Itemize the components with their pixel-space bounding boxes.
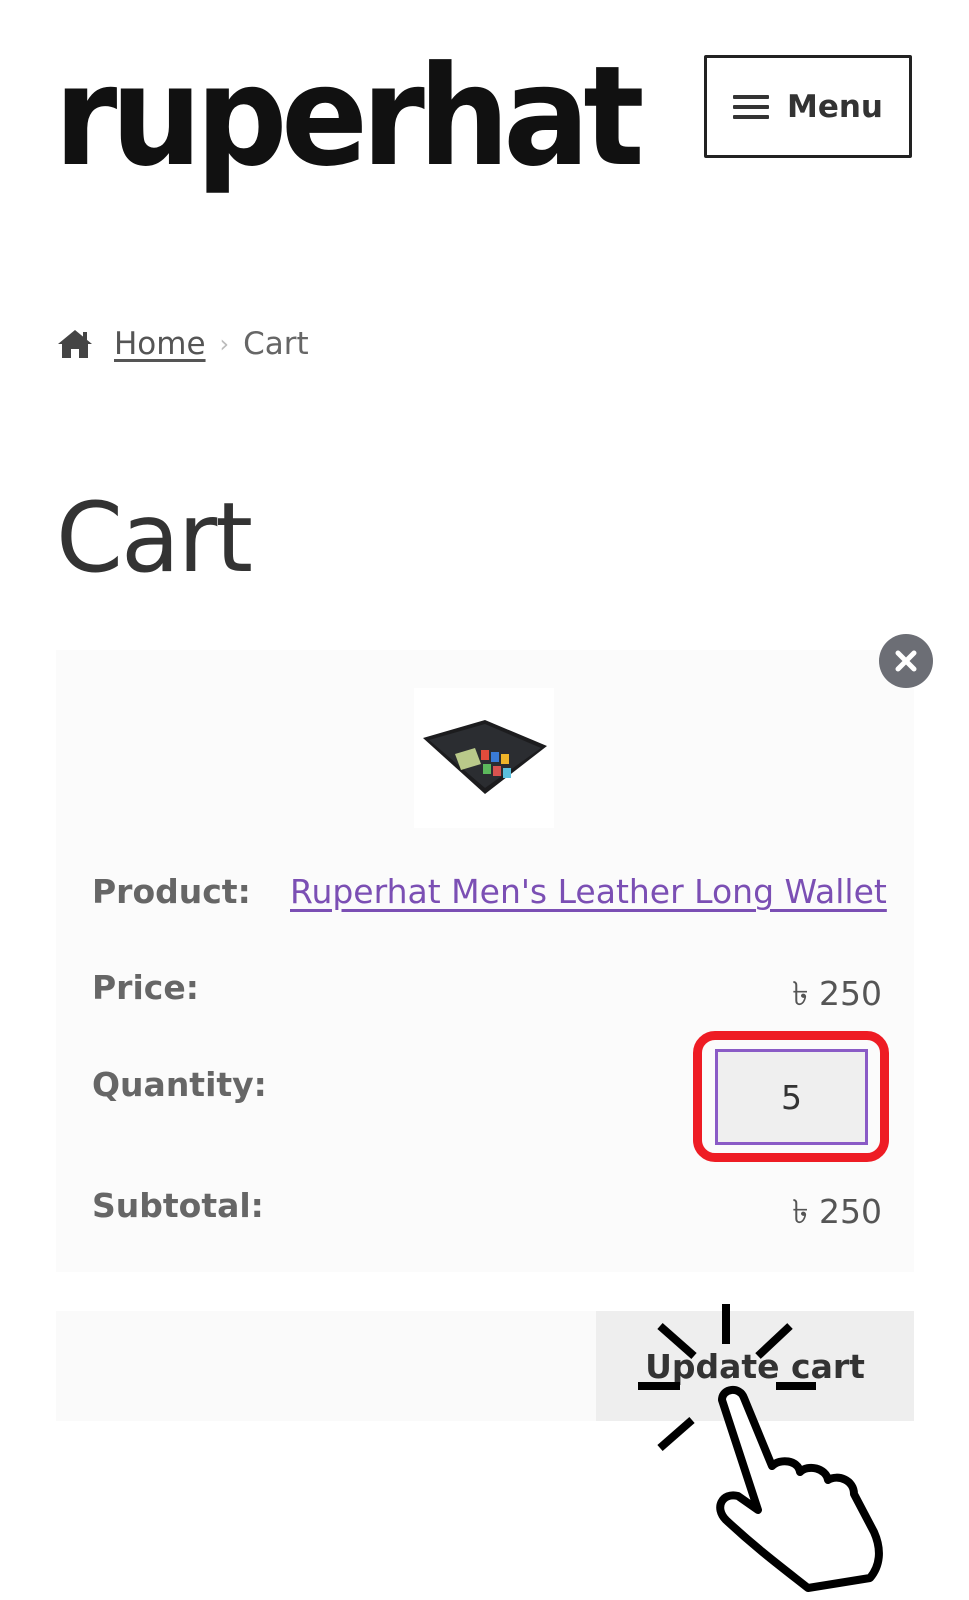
wallet-image [423,720,547,794]
menu-label: Menu [786,88,883,125]
site-logo[interactable]: ruperhat [54,48,645,186]
price-value: ৳ 250 [792,974,882,1013]
quantity-label: Quantity: [92,1065,267,1104]
chevron-right-icon: › [219,330,230,358]
home-icon [58,330,92,358]
price-label: Price: [92,968,199,1007]
menu-button[interactable]: Menu [704,55,912,158]
breadcrumb: Home › Cart [56,326,309,362]
subtotal-label: Subtotal: [92,1186,264,1225]
product-name-link[interactable]: Ruperhat Men's Leather Long Wallet [290,872,887,911]
subtotal-value: ৳ 250 [792,1192,882,1231]
breadcrumb-home-link[interactable]: Home [114,326,206,362]
page-title: Cart [56,482,253,594]
remove-item-button[interactable] [879,634,933,688]
breadcrumb-current: Cart [243,326,309,362]
update-cart-button[interactable]: Update cart [596,1311,914,1421]
product-label: Product: [92,872,251,911]
quantity-input[interactable] [715,1049,868,1145]
hamburger-icon [732,94,769,119]
product-thumbnail[interactable] [414,688,554,828]
close-icon [895,650,917,672]
